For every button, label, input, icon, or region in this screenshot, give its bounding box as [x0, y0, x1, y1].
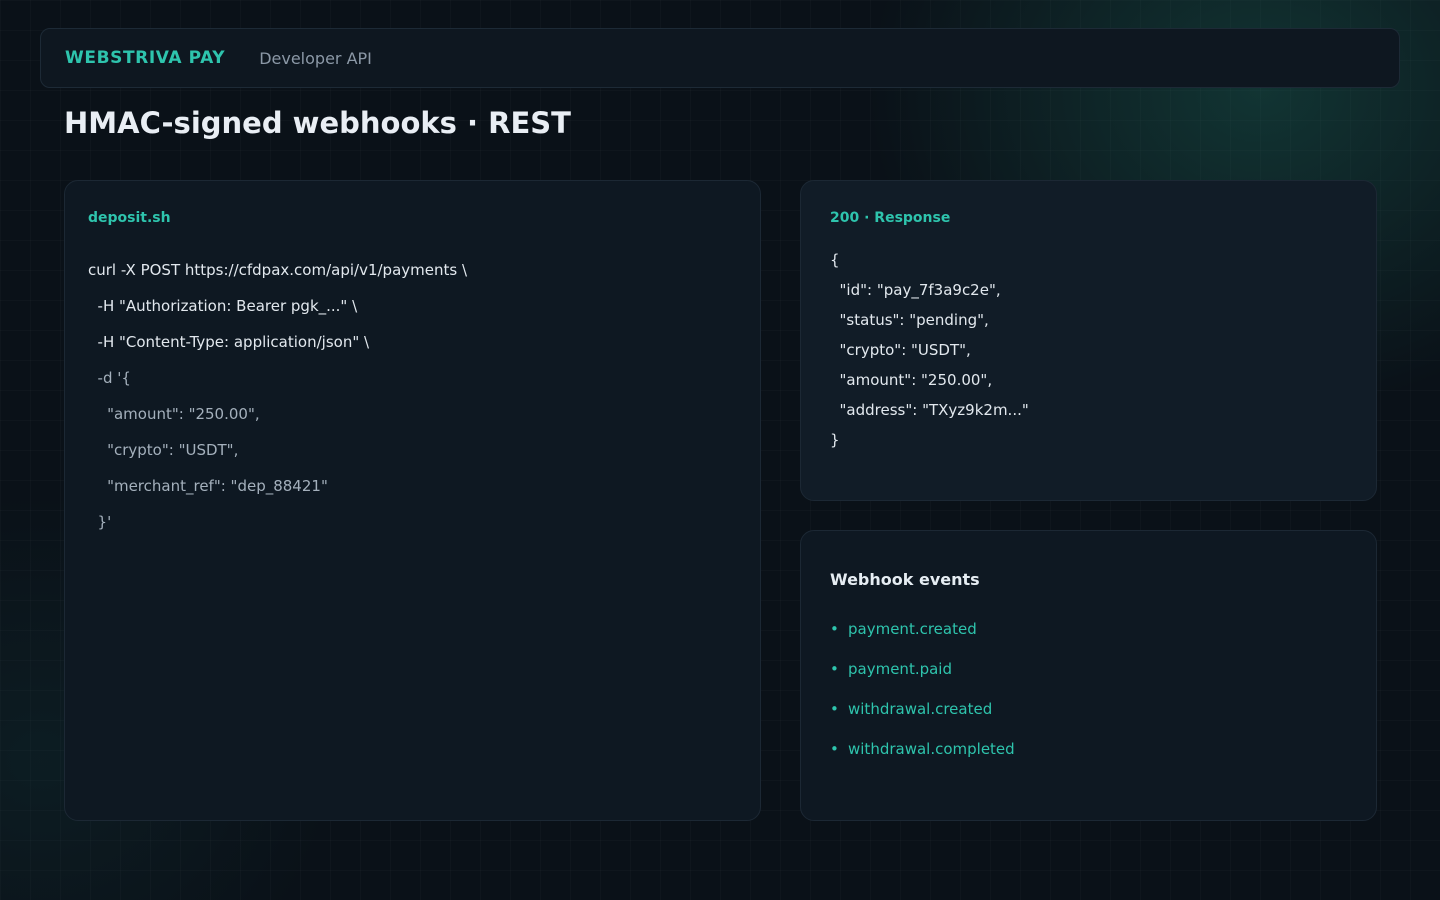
section-label[interactable]: Developer API — [259, 49, 372, 68]
webhook-event-name: withdrawal.created — [848, 700, 993, 718]
response-status-label: 200 · Response — [830, 210, 951, 226]
code-line: "crypto": "USDT", — [88, 441, 239, 459]
code-line: -H "Content-Type: application/json" \ — [88, 333, 370, 351]
webhook-event-item: • payment.created — [830, 620, 977, 638]
top-navigation-bar: WEBSTRIVA PAY Developer API — [40, 28, 1400, 88]
page-title: HMAC-signed webhooks · REST — [64, 106, 571, 140]
webhook-event-item: • payment.paid — [830, 660, 952, 678]
response-line: "amount": "250.00", — [830, 371, 993, 389]
code-line: curl -X POST https://cfdpax.com/api/v1/p… — [88, 261, 467, 279]
code-line: "merchant_ref": "dep_88421" — [88, 477, 328, 495]
response-line: "status": "pending", — [830, 311, 989, 329]
webhook-events-card: Webhook events • payment.created • payment… — [800, 530, 1377, 821]
response-card: 200 · Response { "id": "pay_7f3a9c2e", "… — [800, 180, 1377, 501]
code-line: }' — [88, 513, 112, 531]
response-line: { — [830, 251, 840, 269]
request-code-card: deposit.sh curl -X POST https://cfdpax.c… — [64, 180, 761, 821]
webhook-event-name: withdrawal.completed — [848, 740, 1015, 758]
bullet-icon: • — [830, 700, 839, 718]
response-line: "id": "pay_7f3a9c2e", — [830, 281, 1001, 299]
webhook-events-title: Webhook events — [830, 570, 980, 589]
response-line: "crypto": "USDT", — [830, 341, 971, 359]
code-line: -H "Authorization: Bearer pgk_..." \ — [88, 297, 358, 315]
response-line: "address": "TXyz9k2m..." — [830, 401, 1029, 419]
code-line: -d '{ — [88, 369, 131, 387]
webhook-event-item: • withdrawal.created — [830, 700, 992, 718]
bullet-icon: • — [830, 660, 839, 678]
response-line: } — [830, 431, 840, 449]
code-filename: deposit.sh — [88, 210, 171, 226]
webhook-event-name: payment.paid — [848, 660, 952, 678]
webhook-event-name: payment.created — [848, 620, 977, 638]
bullet-icon: • — [830, 620, 839, 638]
code-line: "amount": "250.00", — [88, 405, 260, 423]
webhook-event-item: • withdrawal.completed — [830, 740, 1015, 758]
brand-logo[interactable]: WEBSTRIVA PAY — [65, 48, 225, 68]
bullet-icon: • — [830, 740, 839, 758]
